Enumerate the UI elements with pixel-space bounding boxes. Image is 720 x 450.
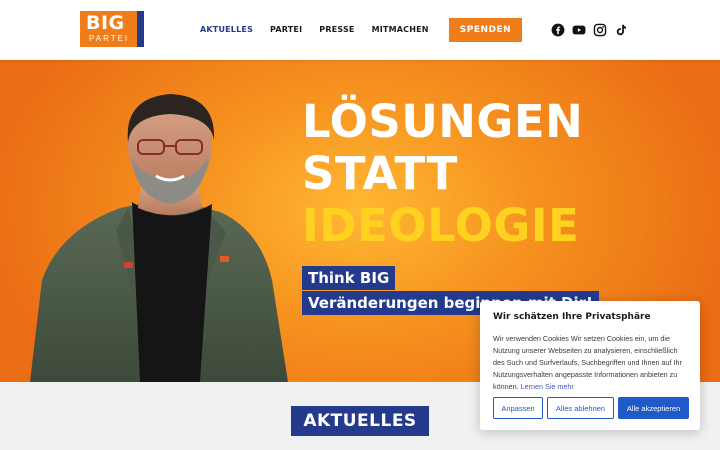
nav-item-aktuelles[interactable]: AKTUELLES <box>200 24 253 35</box>
headline-line-2: STATT <box>302 147 458 200</box>
logo-big-text: BIG <box>86 12 125 34</box>
hero-headline: LÖSUNGEN STATT IDEOLOGIE <box>302 96 583 252</box>
cookie-text: Wir verwenden Cookies Wir setzen Cookies… <box>493 333 687 393</box>
donate-button[interactable]: SPENDEN <box>449 18 522 42</box>
tiktok-icon[interactable] <box>614 23 628 37</box>
facebook-icon[interactable] <box>551 23 565 37</box>
cookie-buttons: Anpassen Alles ablehnen Alle akzeptieren <box>493 397 689 419</box>
headline-line-1: LÖSUNGEN <box>302 95 584 148</box>
cookie-reject-button[interactable]: Alles ablehnen <box>547 397 614 419</box>
nav-item-mitmachen[interactable]: MITMACHEN <box>372 24 429 35</box>
social-links <box>551 23 628 37</box>
cookie-learn-more-link[interactable]: Lernen Sie mehr <box>521 382 574 391</box>
site-header: BIG PARTEI AKTUELLES PARTEI PRESSE MITMA… <box>0 0 720 60</box>
candidate-portrait <box>30 94 288 382</box>
cookie-title: Wir schätzen Ihre Privatsphäre <box>493 312 651 322</box>
logo-partei-text: PARTEI <box>89 34 130 43</box>
nav-item-partei[interactable]: PARTEI <box>270 24 302 35</box>
cookie-customize-button[interactable]: Anpassen <box>493 397 543 419</box>
youtube-icon[interactable] <box>572 23 586 37</box>
instagram-icon[interactable] <box>593 23 607 37</box>
page: BIG PARTEI AKTUELLES PARTEI PRESSE MITMA… <box>0 0 720 450</box>
big-partei-logo[interactable]: BIG PARTEI <box>80 11 144 47</box>
main-nav: AKTUELLES PARTEI PRESSE MITMACHEN <box>200 24 429 35</box>
headline-line-3: IDEOLOGIE <box>302 199 580 252</box>
cookie-consent-dialog: Wir schätzen Ihre Privatsphäre Wir verwe… <box>480 301 700 430</box>
cookie-accept-button[interactable]: Alle akzeptieren <box>618 397 689 419</box>
section-title-aktuelles: AKTUELLES <box>291 406 429 436</box>
nav-item-presse[interactable]: PRESSE <box>319 24 354 35</box>
logo-stripe <box>137 11 144 47</box>
hero-tagline-1: Think BIG <box>302 266 396 290</box>
